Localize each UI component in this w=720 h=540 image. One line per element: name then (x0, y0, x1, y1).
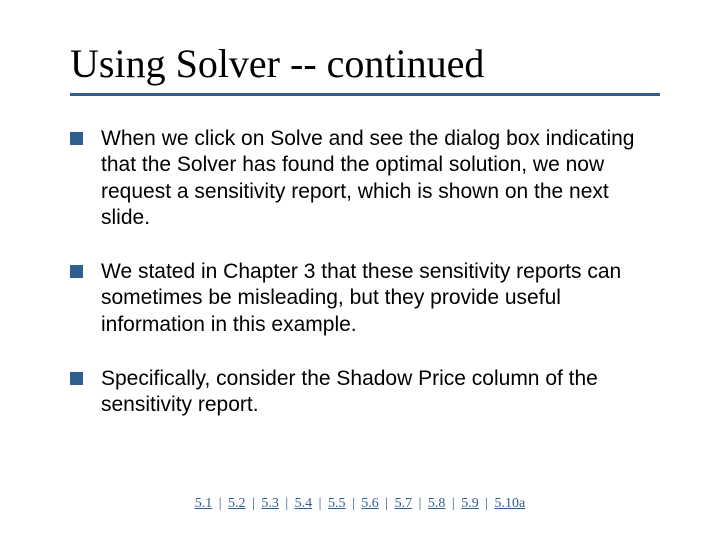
separator: | (349, 496, 358, 511)
slide: Using Solver -- continued When we click … (0, 0, 720, 540)
footer-link[interactable]: 5.9 (461, 496, 479, 511)
bullet-text: When we click on Solve and see the dialo… (101, 126, 660, 231)
square-bullet-icon (70, 132, 83, 145)
separator: | (316, 496, 325, 511)
bullet-text: We stated in Chapter 3 that these sensit… (101, 259, 660, 338)
footer-link[interactable]: 5.1 (195, 496, 213, 511)
footer-link[interactable]: 5.4 (295, 496, 313, 511)
separator: | (282, 496, 291, 511)
footer-link[interactable]: 5.10a (495, 496, 526, 511)
separator: | (216, 496, 225, 511)
separator: | (382, 496, 391, 511)
separator: | (449, 496, 458, 511)
list-item: We stated in Chapter 3 that these sensit… (70, 259, 660, 338)
footer-link[interactable]: 5.2 (228, 496, 246, 511)
bullet-list: When we click on Solve and see the dialo… (70, 126, 660, 418)
list-item: Specifically, consider the Shadow Price … (70, 366, 660, 419)
title-underline (70, 93, 660, 96)
separator: | (482, 496, 491, 511)
footer-link[interactable]: 5.5 (328, 496, 346, 511)
page-title: Using Solver -- continued (70, 40, 660, 87)
footer-link[interactable]: 5.8 (428, 496, 446, 511)
footer-nav: 5.1 | 5.2 | 5.3 | 5.4 | 5.5 | 5.6 | 5.7 … (0, 496, 720, 512)
footer-link[interactable]: 5.6 (361, 496, 379, 511)
list-item: When we click on Solve and see the dialo… (70, 126, 660, 231)
separator: | (416, 496, 425, 511)
bullet-text: Specifically, consider the Shadow Price … (101, 366, 660, 419)
square-bullet-icon (70, 372, 83, 385)
separator: | (249, 496, 258, 511)
footer-link[interactable]: 5.3 (261, 496, 279, 511)
square-bullet-icon (70, 265, 83, 278)
footer-link[interactable]: 5.7 (395, 496, 413, 511)
